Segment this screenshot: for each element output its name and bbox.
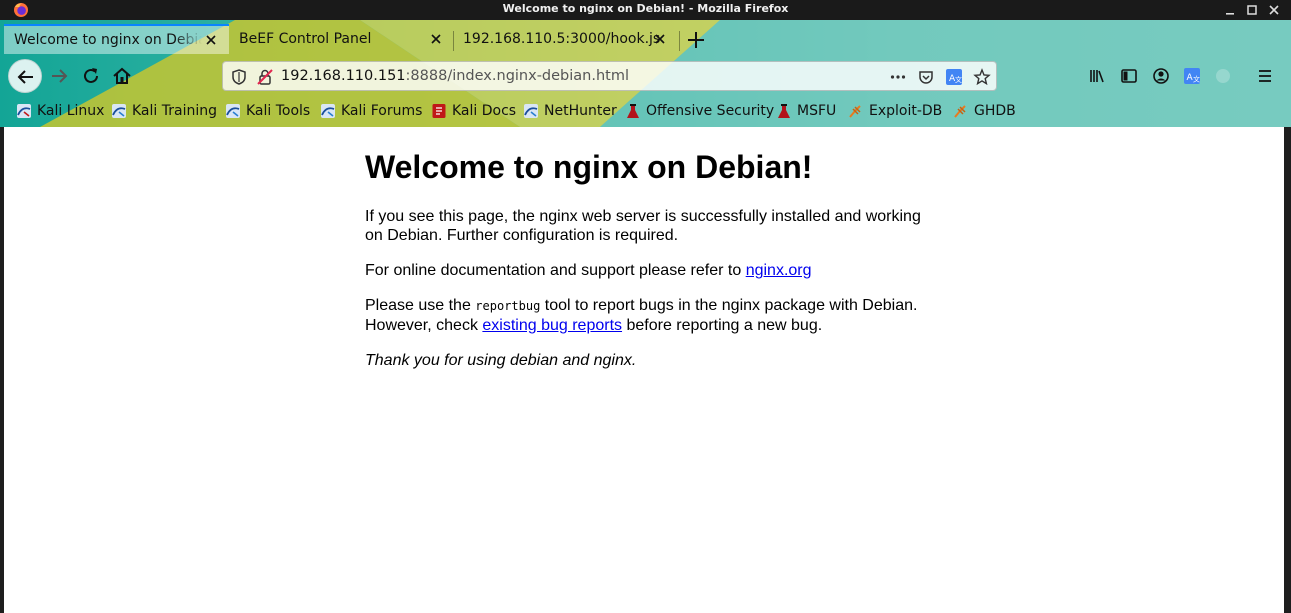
msfu-icon xyxy=(778,104,790,118)
svg-text:文: 文 xyxy=(955,75,962,84)
tab-separator xyxy=(679,31,680,51)
page-actions-icon[interactable] xyxy=(889,68,907,86)
reload-icon[interactable] xyxy=(80,65,102,87)
reportbug-code: reportbug xyxy=(475,299,541,313)
close-tab-icon[interactable] xyxy=(428,31,444,47)
offsec-icon xyxy=(627,104,639,118)
library-icon[interactable] xyxy=(1088,66,1108,86)
close-tab-icon[interactable] xyxy=(652,31,668,47)
bugs-paragraph: Please use the reportbug tool to report … xyxy=(365,296,935,335)
exploitdb-icon xyxy=(849,105,861,118)
tab-beef-control-panel[interactable]: BeEF Control Panel xyxy=(229,25,453,55)
back-arrow-icon xyxy=(17,70,33,84)
translate-extension-icon[interactable]: A 文 xyxy=(1182,66,1202,86)
bookmark-label: Exploit-DB xyxy=(869,103,943,119)
account-icon[interactable] xyxy=(1151,66,1171,86)
url-text[interactable]: 192.168.110.151:8888/index.nginx-debian.… xyxy=(281,68,629,84)
kali-icon xyxy=(17,104,31,118)
url-bar[interactable]: 192.168.110.151:8888/index.nginx-debian.… xyxy=(222,61,997,91)
tab-hook-js[interactable]: 192.168.110.5:3000/hook.js xyxy=(453,25,679,55)
svg-text:文: 文 xyxy=(1193,75,1200,84)
back-button[interactable] xyxy=(8,59,42,93)
tab-welcome-nginx[interactable]: Welcome to nginx on Debian! xyxy=(4,24,229,54)
minimize-icon[interactable] xyxy=(1222,2,1238,18)
existing-bug-reports-link[interactable]: existing bug reports xyxy=(482,317,622,334)
browser-chrome: Welcome to nginx on Debian! BeEF Control… xyxy=(0,20,1291,127)
menu-icon[interactable] xyxy=(1255,66,1275,86)
home-icon[interactable] xyxy=(111,65,133,87)
tab-label: BeEF Control Panel xyxy=(239,31,372,47)
bookmark-label: Offensive Security xyxy=(646,103,775,119)
new-tab-icon[interactable] xyxy=(684,28,708,52)
kali-training-icon xyxy=(112,104,126,118)
thanks-paragraph: Thank you for using debian and nginx. xyxy=(365,351,935,370)
close-window-icon[interactable] xyxy=(1266,2,1282,18)
nginx-welcome-page: Welcome to nginx on Debian! If you see t… xyxy=(365,149,935,386)
bookmark-label: Kali Forums xyxy=(341,103,423,119)
window-border-right xyxy=(1284,127,1291,613)
sidebar-icon[interactable] xyxy=(1119,66,1139,86)
page-heading: Welcome to nginx on Debian! xyxy=(365,149,813,185)
forward-arrow-icon[interactable] xyxy=(48,65,70,87)
bookmark-label: NetHunter xyxy=(544,103,617,119)
page-content: Welcome to nginx on Debian! If you see t… xyxy=(4,127,1284,613)
bookmark-label: Kali Linux xyxy=(37,103,105,119)
bookmark-label: Kali Tools xyxy=(246,103,311,119)
intro-paragraph: If you see this page, the nginx web serv… xyxy=(365,208,921,244)
translate-icon[interactable]: A 文 xyxy=(945,68,963,86)
kali-forums-icon xyxy=(321,104,335,118)
kali-docs-icon xyxy=(432,104,446,118)
bookmark-label: MSFU xyxy=(797,103,837,119)
window-titlebar: Welcome to nginx on Debian! - Mozilla Fi… xyxy=(0,0,1291,20)
maximize-icon[interactable] xyxy=(1244,2,1260,18)
url-host: 192.168.110.151 xyxy=(281,68,406,84)
tracking-shield-icon[interactable] xyxy=(230,68,248,86)
url-path: :8888/index.nginx-debian.html xyxy=(405,68,629,84)
bookmark-star-icon[interactable] xyxy=(973,68,991,86)
bookmark-label: Kali Docs xyxy=(452,103,517,119)
ghdb-icon xyxy=(954,105,966,118)
bookmark-label: GHDB xyxy=(974,103,1016,119)
close-tab-icon[interactable] xyxy=(203,32,219,48)
tab-label: 192.168.110.5:3000/hook.js xyxy=(463,31,661,47)
thanks-text: Thank you for using debian and nginx. xyxy=(365,352,637,369)
pocket-icon[interactable] xyxy=(917,68,935,86)
kali-tools-icon xyxy=(226,104,240,118)
nethunter-icon xyxy=(524,104,538,118)
bugs-text-1: Please use the xyxy=(365,297,476,314)
window-title: Welcome to nginx on Debian! - Mozilla Fi… xyxy=(502,2,789,15)
docs-paragraph: For online documentation and support ple… xyxy=(365,261,935,280)
extension-icon[interactable] xyxy=(1213,66,1233,86)
docs-text: For online documentation and support ple… xyxy=(365,262,746,279)
nginx-org-link[interactable]: nginx.org xyxy=(746,262,812,279)
bookmark-label: Kali Training xyxy=(132,103,217,119)
insecure-lock-icon[interactable] xyxy=(256,68,274,86)
bugs-text-3: before reporting a new bug. xyxy=(622,317,823,334)
tab-label: Welcome to nginx on Debian! xyxy=(14,32,202,48)
